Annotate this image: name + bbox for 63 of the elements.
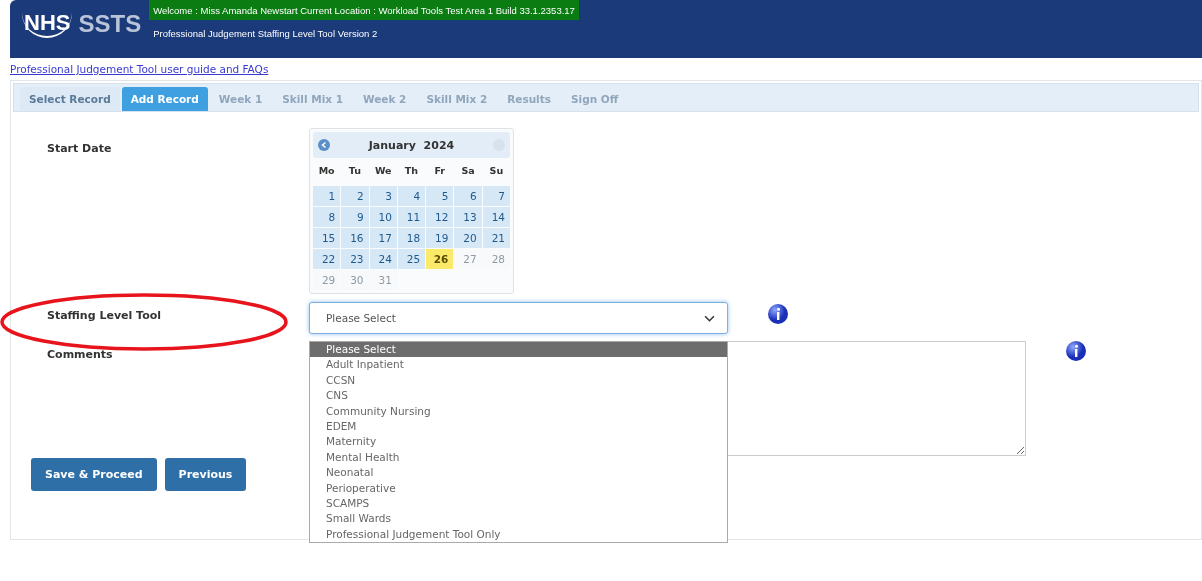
dropdown-option[interactable]: EDEM <box>310 419 727 435</box>
welcome-banner: Welcome : Miss Amanda Newstart Current Location : Workload Tools Test Area 1 Build 33.1.2353.17 <box>149 0 579 20</box>
dropdown-option[interactable]: CNS <box>310 388 727 404</box>
dropdown-option[interactable]: Mental Health <box>310 449 727 466</box>
dropdown-option[interactable]: Please Select <box>310 342 727 358</box>
dropdown-option[interactable]: CCSN <box>310 372 727 389</box>
calendar-day[interactable]: 2 <box>341 186 369 206</box>
calendar-day[interactable]: 4 <box>397 186 426 206</box>
calendar-day[interactable]: 16 <box>341 228 369 248</box>
calendar-day[interactable]: 12 <box>426 207 454 227</box>
weekday-label: We <box>373 164 393 178</box>
calendar-day[interactable]: 9 <box>341 207 369 227</box>
calendar-day[interactable]: 10 <box>369 207 397 227</box>
save-proceed-button[interactable]: Save & Proceed <box>31 458 157 491</box>
info-icon[interactable] <box>1066 341 1086 361</box>
weekday-label: Fr <box>433 164 447 178</box>
calendar-day[interactable]: 1 <box>313 186 341 206</box>
chevron-icon <box>704 314 715 322</box>
weekday-label: Th <box>403 164 420 178</box>
dropdown-option[interactable]: Neonatal <box>310 465 727 481</box>
logo-mark: NHS <box>22 10 73 38</box>
weekday-label: Sa <box>460 164 476 178</box>
calendar-day[interactable]: 19 <box>426 228 454 248</box>
calendar-day[interactable]: 13 <box>454 207 482 227</box>
calendar-day[interactable]: 7 <box>482 186 510 206</box>
app-subtitle: Professional Judgement Staffing Level Tool Version 2 <box>152 27 379 41</box>
calendar-day[interactable]: 26 <box>426 249 454 269</box>
dropdown-option[interactable]: Maternity <box>310 434 727 450</box>
info-icon[interactable] <box>768 304 788 324</box>
calendar-day[interactable]: 6 <box>454 186 482 206</box>
dropdown-option[interactable]: Professional Judgement Tool Only <box>310 526 727 543</box>
dropdown-option[interactable]: Community Nursing <box>310 403 727 420</box>
calendar-day[interactable]: 24 <box>369 249 397 269</box>
calendar-day[interactable]: 15 <box>313 228 341 248</box>
weekday-label: Tu <box>347 164 362 178</box>
calendar-day[interactable]: 25 <box>397 249 426 269</box>
logo-text: SSTS <box>78 10 142 38</box>
calendar-day[interactable]: 8 <box>313 207 341 227</box>
dropdown-option[interactable]: Small Wards <box>310 511 727 527</box>
calendar-day[interactable]: 18 <box>397 228 426 248</box>
calendar-day[interactable]: 3 <box>369 186 397 206</box>
tab[interactable]: Select Record <box>20 87 120 111</box>
calendar-day[interactable]: 11 <box>397 207 426 227</box>
guide-link[interactable]: Professional Judgement Tool user guide and FAQs <box>10 63 269 75</box>
calendar-day[interactable]: 20 <box>454 228 482 248</box>
dropdown-option[interactable]: Perioperative <box>310 480 727 497</box>
previous-button[interactable]: Previous <box>164 458 247 491</box>
calendar-day[interactable]: 23 <box>341 249 369 269</box>
start-date-label: Start Date <box>46 142 113 157</box>
calendar-day[interactable]: 14 <box>482 207 510 227</box>
staffing-level-tool-label: Staffing Level Tool <box>46 309 163 322</box>
dropdown-option[interactable]: Adult Inpatient <box>310 357 727 373</box>
previous-month-icon[interactable] <box>318 139 330 151</box>
calendar-day[interactable]: 5 <box>426 186 454 206</box>
calendar-month: January 2024 <box>368 138 455 152</box>
staffing-level-select[interactable]: Please Select <box>309 302 728 334</box>
weekday-label: Mo <box>317 164 336 178</box>
dropdown-option[interactable]: SCAMPS <box>310 496 727 512</box>
calendar-day[interactable]: 22 <box>313 249 341 269</box>
calendar-day[interactable]: 17 <box>369 228 397 248</box>
weekday-label: Su <box>488 164 505 178</box>
comments-label: Comments <box>46 348 114 363</box>
calendar-day[interactable]: 21 <box>482 228 510 248</box>
